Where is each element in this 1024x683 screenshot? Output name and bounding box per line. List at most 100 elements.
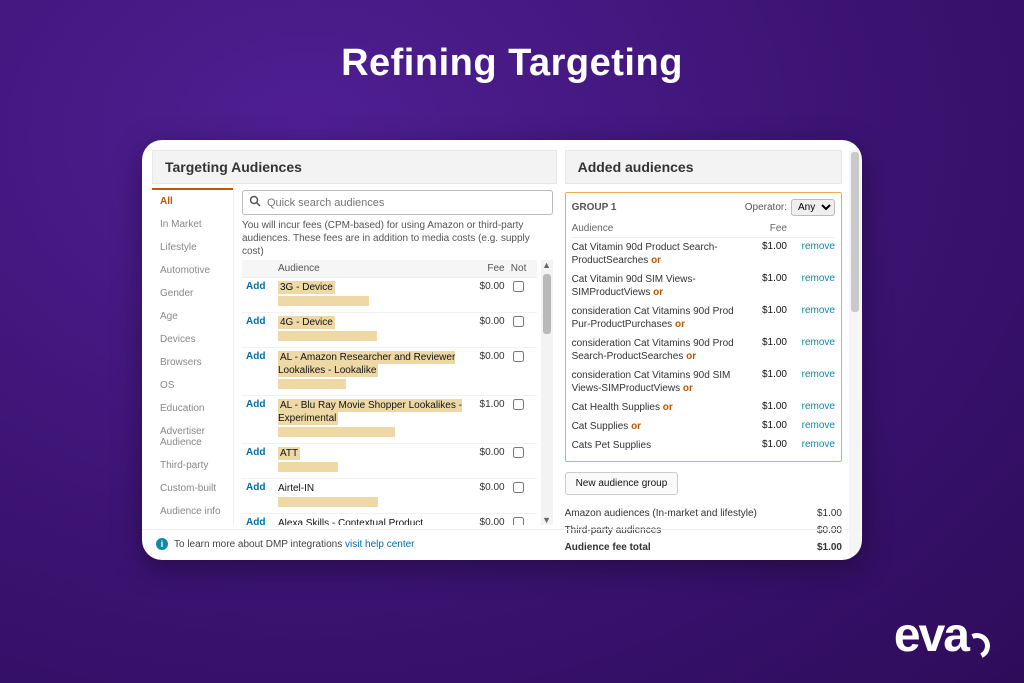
audience-name: AL - Blu Ray Movie Shopper Lookalikes - … xyxy=(278,399,465,440)
add-link[interactable]: Add xyxy=(246,316,278,327)
audience-row: AddAirtel-INx$0.00 xyxy=(242,479,537,514)
sidebar-item-lifestyle[interactable]: Lifestyle xyxy=(152,236,233,259)
added-panel: Added audiences GROUP 1 Operator: Any Au… xyxy=(565,150,842,525)
scroll-down-icon[interactable]: ▼ xyxy=(541,515,553,525)
audience-row: AddATTx$0.00 xyxy=(242,444,537,479)
search-input-wrap[interactable] xyxy=(242,190,553,215)
panel-scrollbar[interactable] xyxy=(849,150,861,554)
not-checkbox[interactable] xyxy=(513,399,524,410)
add-link[interactable]: Add xyxy=(246,517,278,525)
fees-note: You will incur fees (CPM-based) for usin… xyxy=(242,219,553,258)
added-audience-row: Cat Vitamin 90d SIM Views-SIMProductView… xyxy=(572,270,835,302)
added-audience-row: Cat Health Supplies or $1.00 remove xyxy=(572,398,835,417)
scroll-thumb[interactable] xyxy=(543,274,551,334)
audience-row: Add4G - Devicex$0.00 xyxy=(242,313,537,348)
col-not: Not xyxy=(505,263,533,274)
added-audience-name: consideration Cat Vitamins 90d SIM Views… xyxy=(572,369,739,395)
sidebar-item-all[interactable]: All xyxy=(152,188,233,213)
add-link[interactable]: Add xyxy=(246,351,278,362)
sidebar-item-os[interactable]: OS xyxy=(152,374,233,397)
search-input[interactable] xyxy=(267,197,546,209)
audience-name: AL - Amazon Researcher and Reviewer Look… xyxy=(278,351,465,392)
added-audience-fee: $1.00 xyxy=(743,401,787,412)
sidebar-item-browsers[interactable]: Browsers xyxy=(152,351,233,374)
sidebar-item-third-party[interactable]: Third-party xyxy=(152,454,233,477)
added-audience-name: Cats Pet Supplies xyxy=(572,439,739,452)
audience-fee: $0.00 xyxy=(465,482,505,493)
search-icon xyxy=(249,195,261,210)
add-link[interactable]: Add xyxy=(246,281,278,292)
audience-row: AddAL - Amazon Researcher and Reviewer L… xyxy=(242,348,537,396)
category-sidebar: AllIn MarketLifestyleAutomotiveGenderAge… xyxy=(152,184,234,525)
added-audience-name: Cat Vitamin 90d Product Search-ProductSe… xyxy=(572,241,739,267)
remove-link[interactable]: remove xyxy=(791,420,835,431)
audience-row: AddAlexa Skills - Contextual Product Cat… xyxy=(242,514,537,525)
added-audience-name: consideration Cat Vitamins 90d Prod Pur-… xyxy=(572,305,739,331)
add-link[interactable]: Add xyxy=(246,399,278,410)
added-audience-fee: $1.00 xyxy=(743,305,787,316)
audience-fee: $0.00 xyxy=(465,316,505,327)
page-title: Refining Targeting xyxy=(0,0,1024,85)
audience-name: ATTx xyxy=(278,447,465,475)
remove-link[interactable]: remove xyxy=(791,401,835,412)
footer-text: To learn more about DMP integrations xyxy=(174,539,345,550)
added-audience-name: Cat Vitamin 90d SIM Views-SIMProductView… xyxy=(572,273,739,299)
sidebar-item-gender[interactable]: Gender xyxy=(152,282,233,305)
added-col-audience: Audience xyxy=(572,223,739,234)
panel-scroll-thumb[interactable] xyxy=(851,152,859,312)
operator-select[interactable]: Any xyxy=(791,199,835,216)
sidebar-item-automotive[interactable]: Automotive xyxy=(152,259,233,282)
col-add-blank xyxy=(246,263,278,274)
add-link[interactable]: Add xyxy=(246,482,278,493)
targeting-header: Targeting Audiences xyxy=(152,150,557,184)
not-checkbox[interactable] xyxy=(513,316,524,327)
sidebar-item-devices[interactable]: Devices xyxy=(152,328,233,351)
add-link[interactable]: Add xyxy=(246,447,278,458)
summary-in-market-fee: $1.00 xyxy=(782,508,842,519)
remove-link[interactable]: remove xyxy=(791,241,835,252)
scroll-up-icon[interactable]: ▲ xyxy=(541,260,553,270)
added-audience-fee: $1.00 xyxy=(743,439,787,450)
not-checkbox[interactable] xyxy=(513,482,524,493)
audience-name: Airtel-INx xyxy=(278,482,465,510)
operator-label: Operator: xyxy=(745,202,787,213)
remove-link[interactable]: remove xyxy=(791,337,835,348)
audience-scrollbar[interactable]: ▲ ▼ xyxy=(541,260,553,525)
audience-fee: $0.00 xyxy=(465,351,505,362)
col-audience: Audience xyxy=(278,263,465,274)
summary-in-market-label: Amazon audiences (In-market and lifestyl… xyxy=(565,508,782,519)
app-card: Targeting Audiences AllIn MarketLifestyl… xyxy=(142,140,862,560)
added-audience-fee: $1.00 xyxy=(743,420,787,431)
sidebar-item-age[interactable]: Age xyxy=(152,305,233,328)
group-name: GROUP 1 xyxy=(572,202,617,213)
col-fee: Fee xyxy=(465,263,505,274)
not-checkbox[interactable] xyxy=(513,351,524,362)
remove-link[interactable]: remove xyxy=(791,439,835,450)
footer-help: i To learn more about DMP integrations v… xyxy=(142,529,862,560)
not-checkbox[interactable] xyxy=(513,517,524,525)
sidebar-item-advertiser-audience[interactable]: Advertiser Audience xyxy=(152,420,233,454)
remove-link[interactable]: remove xyxy=(791,369,835,380)
audience-table: Audience Fee Not Add3G - Devicex$0.00Add… xyxy=(242,260,537,525)
sidebar-item-audience-info[interactable]: Audience info xyxy=(152,500,233,523)
added-audience-fee: $1.00 xyxy=(743,369,787,380)
audience-name: 3G - Devicex xyxy=(278,281,465,309)
sidebar-item-in-market[interactable]: In Market xyxy=(152,213,233,236)
audience-name: 4G - Devicex xyxy=(278,316,465,344)
added-audience-row: Cat Supplies or$1.00remove xyxy=(572,417,835,436)
audience-fee: $0.00 xyxy=(465,517,505,525)
help-center-link[interactable]: visit help center xyxy=(345,539,414,550)
added-audience-name: Cat Health Supplies or xyxy=(572,401,739,414)
added-col-fee: Fee xyxy=(743,223,787,234)
new-audience-group-button[interactable]: New audience group xyxy=(565,472,679,495)
added-audience-row: Cats Pet Supplies $1.00 remove xyxy=(572,436,835,455)
added-audience-row: consideration Cat Vitamins 90d Prod Sear… xyxy=(572,334,835,366)
audience-fee: $1.00 xyxy=(465,399,505,410)
not-checkbox[interactable] xyxy=(513,447,524,458)
remove-link[interactable]: remove xyxy=(791,305,835,316)
audience-fee: $0.00 xyxy=(465,447,505,458)
not-checkbox[interactable] xyxy=(513,281,524,292)
sidebar-item-custom-built[interactable]: Custom-built xyxy=(152,477,233,500)
remove-link[interactable]: remove xyxy=(791,273,835,284)
sidebar-item-education[interactable]: Education xyxy=(152,397,233,420)
